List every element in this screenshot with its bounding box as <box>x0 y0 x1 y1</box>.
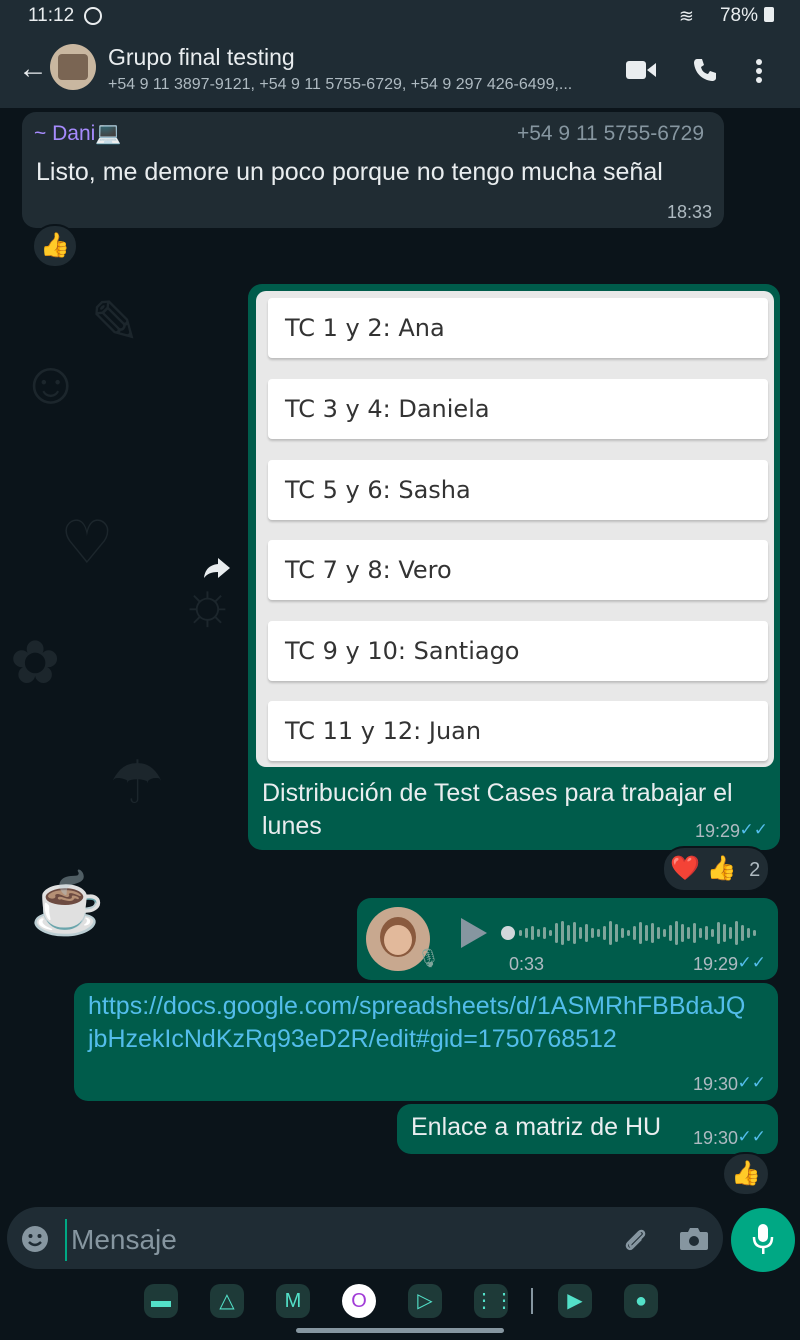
play-icon[interactable] <box>461 918 487 948</box>
read-ticks-icon: ✓✓ <box>737 1073 767 1092</box>
system-nav-bar: ▬ △ M O ▷ ⋮⋮ ▶ ● <box>0 1272 800 1340</box>
battery-icon <box>764 7 774 22</box>
image-row: TC 11 y 12: Juan <box>268 701 768 761</box>
status-notification-icon <box>84 7 102 25</box>
files-app-icon[interactable]: ▬ <box>144 1284 178 1318</box>
outgoing-message[interactable]: Enlace a matriz de HU 19:30 ✓✓ <box>397 1104 778 1154</box>
voice-message[interactable]: 🎙 0:33 19:29 ✓✓ <box>357 898 778 980</box>
reaction-emojis: ❤️ 👍 <box>670 855 737 882</box>
read-ticks-icon: ✓✓ <box>737 953 767 972</box>
message-input-bar <box>7 1207 723 1269</box>
drive-app-icon[interactable]: △ <box>210 1284 244 1318</box>
status-bar: 11:12 ≋ 78% <box>0 0 800 32</box>
video-call-icon[interactable] <box>626 60 656 80</box>
forward-icon[interactable] <box>202 556 232 580</box>
image-row: TC 3 y 4: Daniela <box>268 379 768 439</box>
image-row: TC 9 y 10: Santiago <box>268 621 768 681</box>
message-text: Enlace a matriz de HU <box>411 1113 662 1141</box>
chat-header: ← Grupo final testing +54 9 11 3897-9121… <box>0 32 800 108</box>
youtube-app-icon[interactable]: ▶ <box>558 1284 592 1318</box>
reaction-badge[interactable]: ❤️ 👍 2 <box>662 846 770 892</box>
battery-level: 78% <box>719 5 758 26</box>
message-time: 19:30 <box>692 1128 738 1148</box>
voice-duration: 0:33 <box>509 954 545 974</box>
dock-divider <box>531 1288 533 1314</box>
waveform[interactable] <box>519 918 756 948</box>
message-time: 19:29 <box>694 821 740 841</box>
thumbs-up-emoji: 👍 <box>40 232 70 259</box>
more-vert-icon[interactable] <box>755 58 763 84</box>
sender-name[interactable]: ~ Dani💻 <box>34 122 121 146</box>
mic-small-icon: 🎙 <box>417 948 440 968</box>
group-avatar[interactable] <box>50 44 96 90</box>
chat-area[interactable]: ☺ ♡ ✿ ☂ ☕ ☺ ✎ ☆ ☼ ~ Dani💻 +54 9 11 5755-… <box>0 108 800 1208</box>
app-drawer-icon[interactable]: ⋮⋮ <box>474 1284 514 1318</box>
thumbs-up-emoji: 👍 <box>731 1160 761 1187</box>
play-store-app-icon[interactable]: ▷ <box>408 1284 442 1318</box>
image-row: TC 7 y 8: Vero <box>268 540 768 600</box>
read-ticks-icon: ✓✓ <box>739 820 769 839</box>
incoming-message[interactable]: ~ Dani💻 +54 9 11 5755-6729 Listo, me dem… <box>22 112 724 228</box>
image-row: TC 5 y 6: Sasha <box>268 460 768 520</box>
sender-phone: +54 9 11 5755-6729 <box>516 122 704 145</box>
message-text: Listo, me demore un poco porque no tengo… <box>36 158 663 186</box>
back-arrow-icon[interactable]: ← <box>18 52 48 86</box>
gmail-app-icon[interactable]: M <box>276 1284 310 1318</box>
mic-icon <box>752 1224 774 1254</box>
message-time: 19:29 <box>692 954 738 974</box>
camera-icon[interactable] <box>679 1226 709 1252</box>
message-time: 19:30 <box>692 1074 738 1094</box>
reaction-badge[interactable]: 👍 <box>722 1152 770 1196</box>
image-row: TC 1 y 2: Ana <box>268 298 768 358</box>
message-time: 18:33 <box>666 202 712 222</box>
message-input[interactable] <box>65 1219 593 1261</box>
phone-icon[interactable] <box>692 57 718 83</box>
status-time: 11:12 <box>28 5 75 26</box>
link-message[interactable]: https://docs.google.com/spreadsheets/d/1… <box>74 983 778 1101</box>
image-attachment[interactable]: TC 1 y 2: Ana TC 3 y 4: Daniela TC 5 y 6… <box>256 291 774 767</box>
attach-icon[interactable] <box>621 1225 649 1253</box>
reaction-count: 2 <box>749 859 761 881</box>
read-ticks-icon: ✓✓ <box>737 1127 767 1146</box>
reaction-badge[interactable]: 👍 <box>32 224 78 268</box>
tips-app-icon[interactable]: ● <box>624 1284 658 1318</box>
voice-record-button[interactable] <box>731 1208 795 1272</box>
wifi-icon: ≋ <box>678 6 694 26</box>
seek-handle[interactable] <box>501 926 515 940</box>
opera-app-icon[interactable]: O <box>342 1284 376 1318</box>
image-caption: Distribución de Test Cases para trabajar… <box>262 779 733 840</box>
outgoing-image-message[interactable]: TC 1 y 2: Ana TC 3 y 4: Daniela TC 5 y 6… <box>248 284 780 850</box>
emoji-icon[interactable] <box>21 1225 49 1253</box>
group-participants[interactable]: +54 9 11 3897-9121, +54 9 11 5755-6729, … <box>108 76 608 94</box>
group-title[interactable]: Grupo final testing <box>108 44 295 71</box>
spreadsheet-link[interactable]: https://docs.google.com/spreadsheets/d/1… <box>88 990 748 1056</box>
home-indicator[interactable] <box>296 1328 504 1333</box>
